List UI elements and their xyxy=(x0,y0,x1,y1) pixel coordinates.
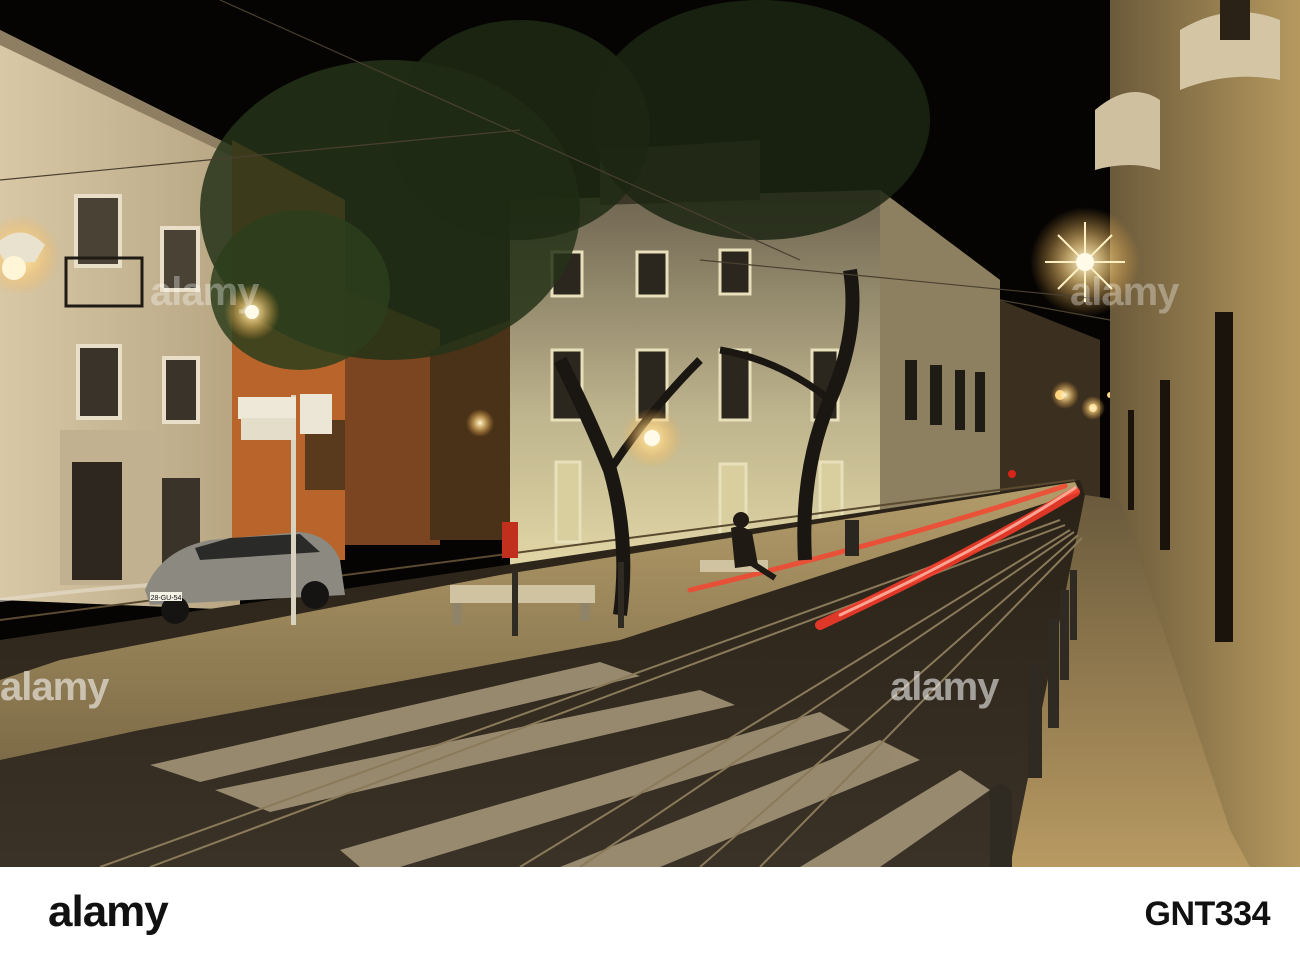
watermark: alamy xyxy=(0,665,109,709)
no-entry-sign xyxy=(1008,470,1016,478)
mailbox xyxy=(502,522,518,558)
image-id: GNT334 xyxy=(1144,895,1271,933)
night-street-photo: 28-GU-54 alamy alamy alamy alamy xyxy=(0,0,1300,867)
watermark: alamy xyxy=(890,665,999,709)
license-plate: 28-GU-54 xyxy=(151,595,182,602)
watermark: alamy xyxy=(150,270,259,314)
brand-logo: alamy xyxy=(48,887,169,936)
watermark: alamy xyxy=(1070,270,1179,314)
street-scene: 28-GU-54 xyxy=(0,0,1300,867)
footer-bar: alamy GNT334 xyxy=(0,867,1300,956)
